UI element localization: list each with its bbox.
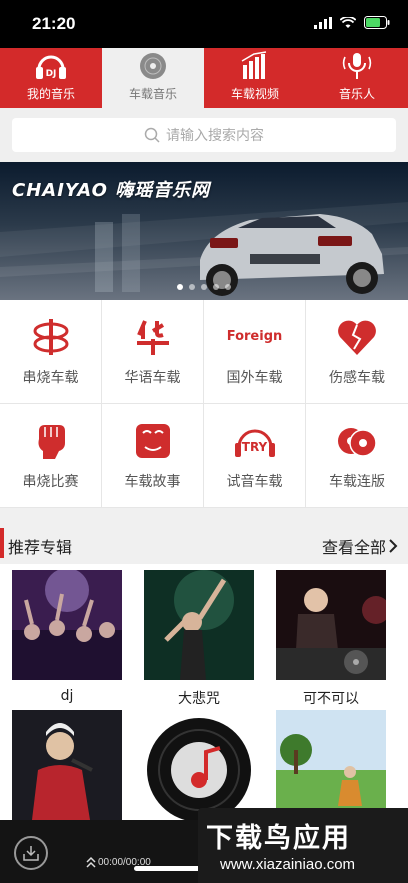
category-story[interactable]: 车载故事: [102, 404, 204, 508]
microphone-icon: [342, 53, 372, 79]
category-foreign[interactable]: Foreign 国外车载: [204, 300, 306, 404]
tab-my-music[interactable]: DJ 我的音乐: [0, 48, 102, 108]
disc-icon: [140, 53, 166, 79]
status-bar: 21:20: [0, 0, 408, 48]
album-name: 大悲咒: [178, 691, 220, 707]
category-label: 国外车载: [226, 369, 283, 386]
svg-text:DJ: DJ: [46, 69, 57, 79]
album-name: dj: [60, 688, 74, 704]
watermark: 下载鸟应用 www.xiazainiao.com: [198, 808, 408, 883]
broken-heart-icon: [334, 317, 380, 357]
album-item[interactable]: dj: [12, 570, 122, 704]
album-list: dj 大悲咒 可不可以: [0, 564, 408, 820]
view-all-label: 查看全部: [321, 538, 386, 557]
tab-label: 音乐人: [338, 87, 375, 101]
two-discs-icon: [334, 421, 380, 461]
search-placeholder: 请输入搜索内容: [166, 128, 264, 144]
try-text: TRY: [241, 439, 268, 454]
dancer-cover: [144, 570, 254, 680]
recommended-section-header: 推荐专辑 查看全部: [0, 524, 408, 564]
hua-logo-icon: [130, 317, 176, 357]
category-huayu[interactable]: 华语车载: [102, 300, 204, 404]
dj-mixer-cover: [276, 570, 386, 680]
carousel-dot[interactable]: [213, 284, 219, 290]
category-sad[interactable]: 伤感车载: [306, 300, 408, 404]
category-label: 串烧车载: [22, 369, 79, 386]
carousel-dot[interactable]: [189, 284, 195, 290]
category-label: 串烧比赛: [22, 473, 79, 490]
category-label: 车载故事: [124, 473, 181, 490]
concert-crowd-cover: [12, 570, 122, 680]
carousel-dot[interactable]: [225, 284, 231, 290]
watermark-title: 下载鸟应用: [206, 823, 351, 854]
category-label: 华语车载: [124, 369, 181, 386]
battery-icon: [364, 16, 390, 29]
section-accent-bar: [0, 528, 4, 558]
search-input[interactable]: 请输入搜索内容: [12, 118, 396, 152]
carousel-dot[interactable]: [201, 284, 207, 290]
music-disc-cover: [144, 710, 254, 820]
search-area: 请输入搜索内容: [0, 108, 408, 162]
chuan-logo-icon: [28, 317, 74, 357]
category-try[interactable]: TRY 试音车载: [204, 404, 306, 508]
dj-headphones-icon: DJ: [36, 55, 66, 79]
banner-carousel[interactable]: CHAIYAO 嗨瑶音乐网: [0, 162, 408, 300]
album-item[interactable]: 大悲咒: [144, 570, 254, 708]
category-grid: 串烧车载 华语车载 Foreign 国外车载 伤感车载 串烧比赛 车载故事 TR…: [0, 300, 408, 508]
tab-label: 车载音乐: [128, 87, 177, 101]
category-label: 车载连版: [329, 473, 385, 490]
wifi-icon: [340, 16, 356, 28]
category-series[interactable]: 车载连版: [306, 404, 408, 508]
tab-car-video[interactable]: 车载视频: [204, 48, 306, 108]
section-title: 推荐专辑: [8, 538, 73, 557]
album-item[interactable]: [12, 710, 122, 820]
album-item[interactable]: [144, 710, 254, 820]
mask-icon: [130, 421, 176, 461]
tab-musician[interactable]: 音乐人: [306, 48, 408, 108]
tab-label: 车载视频: [230, 87, 279, 101]
carousel-dot[interactable]: [177, 284, 183, 290]
category-chuanshao[interactable]: 串烧车载: [0, 300, 102, 404]
tab-label: 我的音乐: [26, 87, 75, 101]
banner-title: CHAIYAO 嗨瑶音乐网: [12, 180, 211, 201]
category-label: 试音车载: [226, 473, 283, 490]
category-label: 伤感车载: [329, 369, 385, 386]
category-contest[interactable]: 串烧比赛: [0, 404, 102, 508]
foreign-text-icon: Foreign: [226, 329, 283, 344]
top-tab-bar: DJ 我的音乐 车载音乐 车载视频 音乐人: [0, 48, 408, 108]
status-icons: [314, 16, 390, 29]
download-icon: [23, 846, 39, 861]
status-time: 21:20: [32, 14, 76, 33]
view-all-link[interactable]: 查看全部: [322, 534, 398, 558]
fist-icon: [28, 421, 74, 461]
singer-cover: [12, 710, 122, 820]
meadow-cover: [276, 710, 386, 820]
chevron-right-icon: [389, 539, 398, 553]
expand-up-icon[interactable]: [86, 856, 96, 868]
album-item[interactable]: [276, 710, 386, 820]
watermark-url: www.xiazainiao.com: [220, 856, 356, 873]
carousel-dots: [0, 284, 408, 290]
album-name: 可不可以: [303, 691, 359, 707]
try-headphones-icon: TRY: [232, 421, 278, 461]
bar-chart-icon: [241, 51, 267, 79]
search-icon: [144, 127, 160, 143]
tab-car-music[interactable]: 车载音乐: [102, 48, 204, 108]
download-button[interactable]: [14, 836, 48, 870]
album-item[interactable]: 可不可以: [276, 570, 386, 708]
signal-icon: [314, 16, 332, 29]
